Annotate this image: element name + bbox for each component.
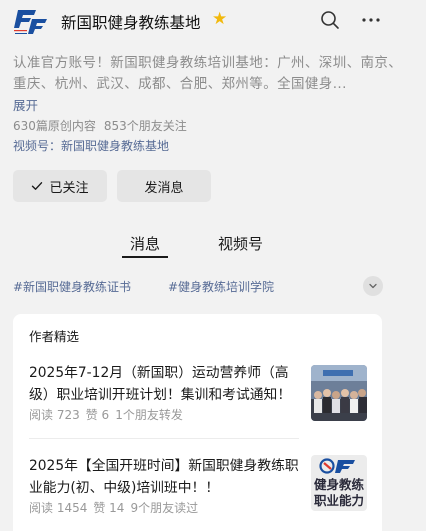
read-count: 阅读 723: [29, 408, 80, 422]
like-count: 赞 14: [93, 501, 125, 515]
friends-following[interactable]: 853个朋友关注: [104, 119, 187, 133]
hashtag-certificate[interactable]: #新国职健身教练证书: [13, 278, 131, 295]
thumb-line-2: 职业能力: [313, 493, 364, 508]
group-photo-thumbnail[interactable]: [311, 365, 367, 421]
like-count: 赞 6: [85, 408, 110, 422]
top-bar: 新国职健身教练基地 ★: [0, 0, 426, 42]
featured-title: 作者精选: [29, 329, 80, 344]
friend-shares: 1个朋友转发: [115, 408, 183, 422]
course-thumbnail[interactable]: 健身教练 职业能力: [311, 455, 367, 511]
thumb-line-1: 健身教练: [313, 477, 364, 492]
brand-logo[interactable]: [14, 7, 48, 37]
check-icon: [32, 182, 43, 190]
original-count: 630篇原创内容: [13, 119, 96, 133]
send-message-button[interactable]: 发消息: [117, 170, 211, 202]
tab-video-account[interactable]: 视频号: [218, 233, 263, 254]
article-title[interactable]: 2025年【全国开班时间】新国职健身教练职业能力(初、中级)培训班中！！: [29, 455, 301, 499]
friend-reads: 9个朋友读过: [130, 501, 199, 515]
account-title: 新国职健身教练基地: [61, 14, 201, 32]
more-options-icon[interactable]: [360, 9, 382, 31]
featured-card: 作者精选 2025年7-12月（新国职）运动营养师（高级）职业培训开班计划！集训…: [13, 314, 382, 531]
followed-button[interactable]: 已关注: [13, 170, 107, 202]
article-meta: 阅读 723 赞 6 1个朋友转发: [29, 406, 183, 423]
account-description: 认准官方账号！新国职健身教练培训基地：广州、深圳、南京、重庆、杭州、武汉、成都、…: [13, 55, 403, 92]
search-icon[interactable]: [319, 9, 341, 31]
expand-link[interactable]: 展开: [13, 95, 38, 114]
chevron-down-icon[interactable]: [363, 276, 383, 296]
star-icon[interactable]: ★: [212, 9, 227, 29]
article-meta: 阅读 1454 赞 14 9个朋友读过: [29, 499, 198, 516]
read-count: 阅读 1454: [29, 501, 88, 515]
article-divider: [29, 438, 299, 439]
followed-label: 已关注: [49, 180, 89, 196]
video-account-link[interactable]: 视频号：新国职健身教练基地: [13, 137, 169, 154]
message-label: 发消息: [144, 180, 184, 196]
active-tab-indicator: [122, 256, 168, 258]
tab-messages[interactable]: 消息: [130, 233, 160, 254]
article-title[interactable]: 2025年7-12月（新国职）运动营养师（高级）职业培训开班计划！集训和考试通知…: [29, 362, 301, 406]
account-stats: 630篇原创内容 853个朋友关注: [13, 117, 187, 134]
hashtag-academy[interactable]: #健身教练培训学院: [168, 278, 274, 295]
